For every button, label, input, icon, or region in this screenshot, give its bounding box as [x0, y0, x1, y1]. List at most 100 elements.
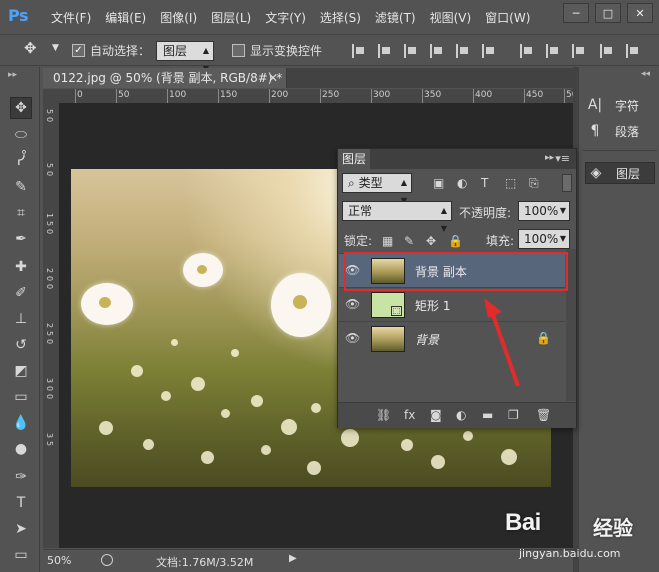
status-info-icon[interactable] [101, 554, 113, 566]
distribute-top-icon[interactable] [520, 44, 534, 58]
type-filter-icon[interactable]: T [481, 176, 488, 190]
document-tab-bar: 0122.jpg @ 50% (背景 副本, RGB/8#) * ✕ [43, 68, 573, 88]
fill-field[interactable]: 100% ▼ [518, 229, 570, 249]
lock-all-icon[interactable]: 🔒 [448, 234, 463, 248]
dock-layers-button[interactable]: ◈ 图层 [585, 162, 655, 184]
blend-mode-dropdown[interactable]: 正常 ▲ ▼ [342, 201, 452, 233]
collapse-icon[interactable]: ▸▸ [545, 153, 554, 163]
menu-filter[interactable]: 滤镜(T) [368, 9, 423, 26]
close-button[interactable]: ✕ [627, 3, 653, 23]
bokeh-dot [231, 349, 239, 357]
image-filter-icon[interactable]: ▣ [433, 176, 444, 190]
align-top-icon[interactable] [430, 44, 444, 58]
filter-toggle[interactable] [562, 174, 572, 192]
dock-character-button[interactable]: A| 字符 [585, 94, 655, 116]
auto-select-dropdown[interactable]: 图层 ▲▼ [156, 41, 214, 73]
lock-transparent-icon[interactable]: ▦ [382, 234, 393, 248]
adjustment-filter-icon[interactable]: ◐ [457, 176, 467, 190]
layers-panel-footer: ⛓ fx ◙ ◐ ▬ ❐ 🗑 [338, 402, 576, 428]
close-icon[interactable]: ✕ [268, 68, 278, 88]
lock-pixels-icon[interactable]: ✎ [404, 234, 414, 248]
menu-file[interactable]: 文件(F) [44, 9, 98, 26]
group-icon[interactable]: ▬ [482, 408, 493, 422]
show-transform-checkbox[interactable] [232, 44, 245, 57]
menu-edit[interactable]: 编辑(E) [98, 9, 153, 26]
move-tool-icon[interactable]: ✥ [10, 97, 32, 119]
distribute-bottom-icon[interactable] [572, 44, 586, 58]
ruler-label: 0 [45, 394, 54, 400]
link-icon[interactable]: ⛓ [376, 408, 391, 422]
ruler-label: 0 [45, 229, 54, 235]
fx-icon[interactable]: fx [404, 408, 415, 422]
visibility-eye-icon[interactable]: 👁 [345, 297, 360, 311]
layer-filter-value: 类型 [358, 176, 383, 190]
menu-view[interactable]: 视图(V) [423, 9, 479, 26]
lasso-tool-icon[interactable]: ᓮ [10, 150, 32, 172]
panel-menu-icon[interactable]: ▾≡ [555, 152, 570, 165]
minimize-button[interactable]: ─ [563, 3, 589, 23]
menu-select[interactable]: 选择(S) [313, 9, 368, 26]
distribute-left-icon[interactable] [600, 44, 614, 58]
ruler-label: 200 [271, 90, 289, 100]
dock-paragraph-button[interactable]: ¶ 段落 [585, 120, 655, 142]
align-bottom-icon[interactable] [482, 44, 496, 58]
chevron-updown-icon: ▲▼ [440, 206, 447, 233]
healing-brush-tool-icon[interactable]: ✚ [10, 256, 32, 278]
move-tool-icon[interactable]: ✥ [24, 39, 37, 57]
eyedropper-tool-icon[interactable]: ✒ [10, 228, 32, 250]
menu-image[interactable]: 图像(I) [153, 9, 204, 26]
distribute-vcenter-icon[interactable] [546, 44, 560, 58]
opacity-field[interactable]: 100% ▼ [518, 201, 570, 221]
clone-stamp-tool-icon[interactable]: ⊥ [10, 308, 32, 330]
auto-select-checkbox[interactable]: ✓ [72, 44, 85, 57]
history-brush-tool-icon[interactable]: ↺ [10, 334, 32, 356]
align-left-icon[interactable] [352, 44, 366, 58]
rectangle-tool-icon[interactable]: ▭ [10, 544, 32, 566]
paragraph-icon: ¶ [590, 123, 600, 139]
eraser-tool-icon[interactable]: ◩ [10, 360, 32, 382]
type-tool-icon[interactable]: T [10, 492, 32, 514]
quick-select-tool-icon[interactable]: ✎ [10, 176, 32, 198]
watermark-brand-cn: 经验 [593, 516, 633, 540]
collapse-icon[interactable]: ▸▸ [8, 70, 17, 80]
ruler-label: 0 [45, 284, 54, 290]
opacity-value: 100% [524, 204, 559, 218]
dodge-tool-icon[interactable]: ● [10, 438, 32, 460]
smart-object-filter-icon[interactable]: ⎘ [529, 176, 539, 191]
visibility-eye-icon[interactable]: 👁 [345, 331, 360, 345]
shape-filter-icon[interactable]: ⬚ [505, 176, 516, 190]
document-tab[interactable]: 0122.jpg @ 50% (背景 副本, RGB/8#) * ✕ [43, 68, 287, 88]
menu-window[interactable]: 窗口(W) [478, 9, 537, 26]
ruler-label: 0 [45, 117, 54, 123]
gradient-tool-icon[interactable]: ▭ [10, 386, 32, 408]
pen-tool-icon[interactable]: ✑ [10, 466, 32, 488]
tab-layers[interactable]: 图层 [338, 149, 370, 169]
ruler-label: 5 [45, 441, 54, 447]
menu-type[interactable]: 文字(Y) [258, 9, 313, 26]
zoom-level[interactable]: 50% [47, 554, 71, 567]
blur-tool-icon[interactable]: 💧 [10, 412, 32, 434]
menu-layer[interactable]: 图层(L) [204, 9, 258, 26]
align-hcenter-icon[interactable] [378, 44, 392, 58]
highlight-annotation [344, 252, 568, 291]
path-select-tool-icon[interactable]: ➤ [10, 518, 32, 540]
align-vcenter-icon[interactable] [456, 44, 470, 58]
brush-tool-icon[interactable]: ✐ [10, 282, 32, 304]
crop-tool-icon[interactable]: ⌗ [10, 202, 32, 224]
mask-icon[interactable]: ◙ [430, 408, 442, 422]
dock-label: 图层 [616, 166, 641, 181]
maximize-button[interactable]: □ [595, 3, 621, 23]
distribute-hcenter-icon[interactable] [626, 44, 640, 58]
new-layer-icon[interactable]: ❐ [508, 408, 519, 422]
bokeh-dot [191, 377, 205, 391]
marquee-tool-icon[interactable]: ⬭ [10, 124, 32, 146]
align-right-icon[interactable] [404, 44, 418, 58]
chevron-down-icon[interactable]: ▼ [52, 43, 59, 53]
adjustment-icon[interactable]: ◐ [456, 408, 466, 422]
status-menu-arrow-icon[interactable]: ▶ [289, 553, 297, 564]
lock-position-icon[interactable]: ✥ [426, 234, 436, 248]
layer-filter-dropdown[interactable]: ⌕ 类型 ▲▼ [342, 173, 412, 205]
delete-icon[interactable]: 🗑 [536, 408, 551, 422]
collapse-icon[interactable]: ◂◂ [641, 69, 650, 79]
layers-panel-header: 图层 ▸▸ ▾≡ [338, 149, 576, 169]
